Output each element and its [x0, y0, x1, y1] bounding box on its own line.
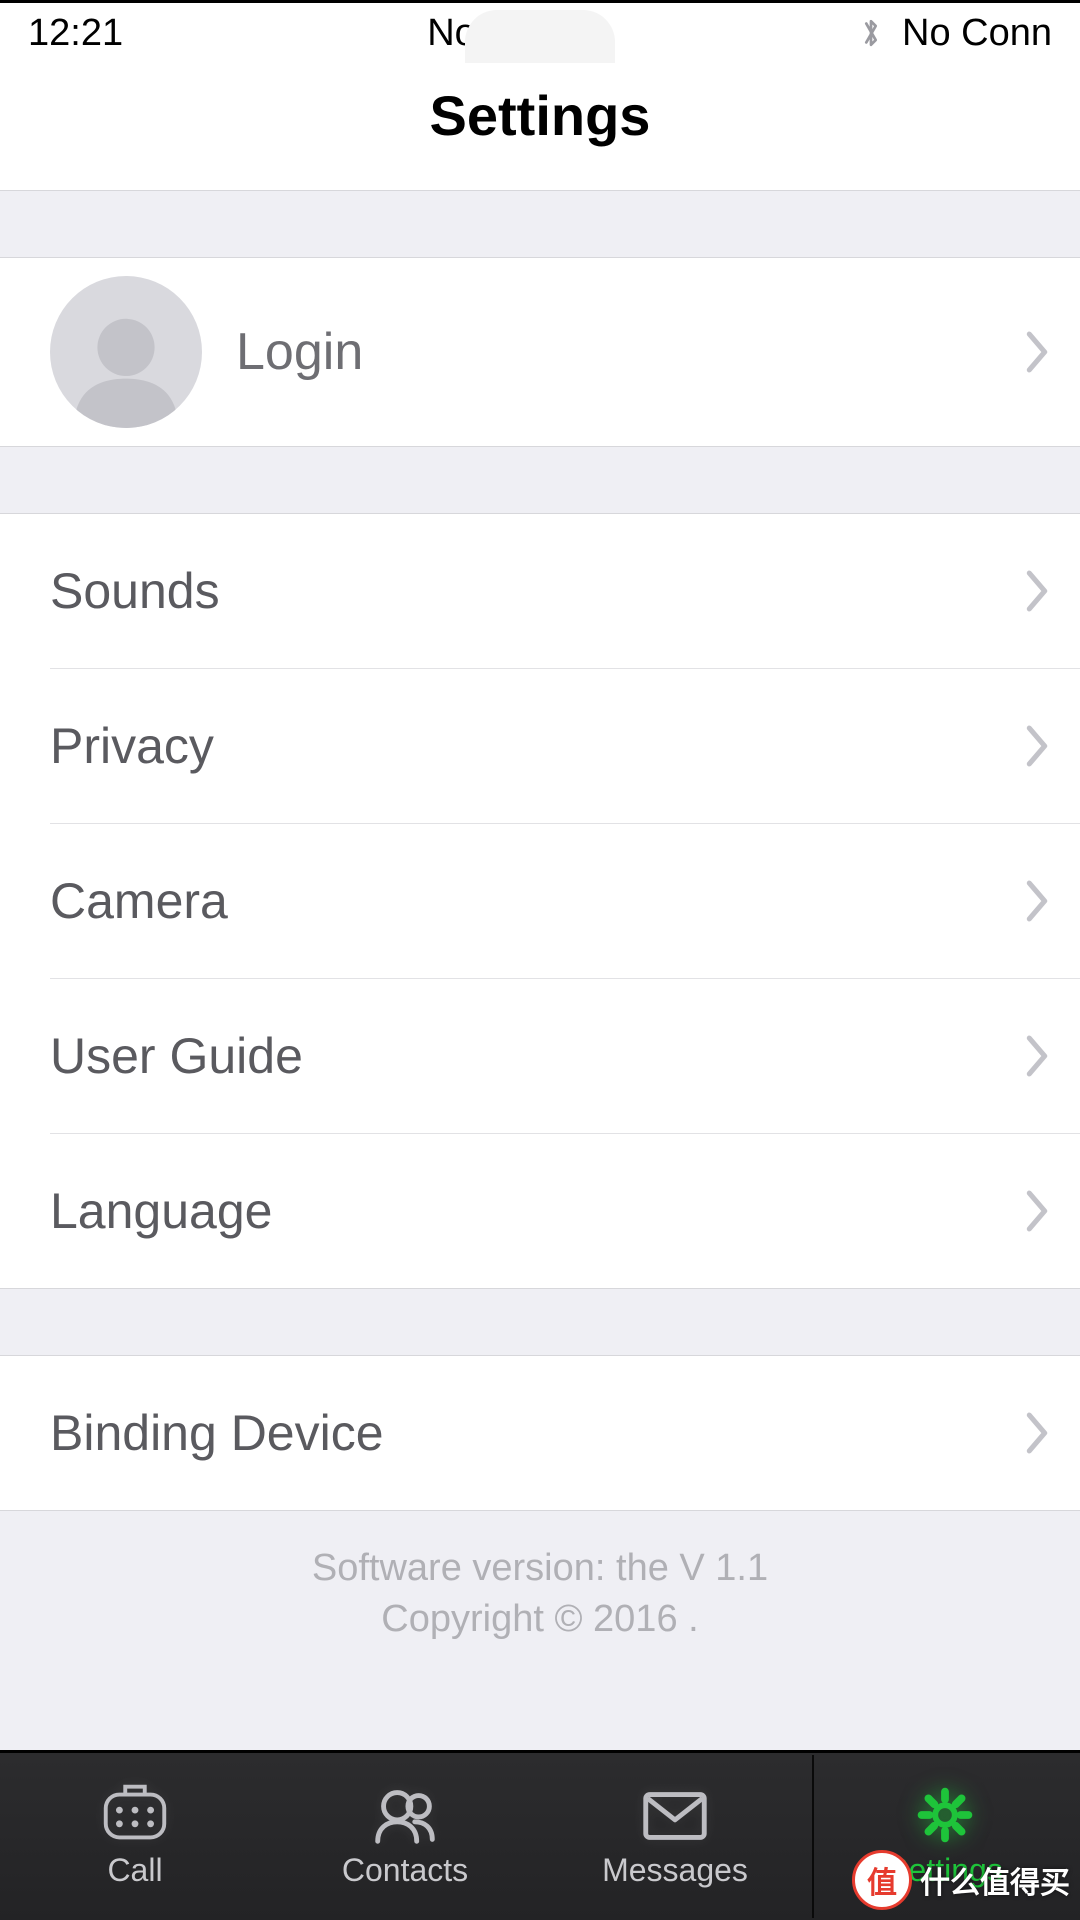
contacts-icon [366, 1784, 444, 1846]
watermark-text: 什么值得买 [920, 1858, 1070, 1902]
row-sounds[interactable]: Sounds [0, 514, 1080, 668]
tab-label: Contacts [342, 1852, 468, 1889]
row-privacy[interactable]: Privacy [0, 669, 1080, 823]
row-label: Privacy [50, 717, 1024, 775]
row-binding-device[interactable]: Binding Device [0, 1356, 1080, 1510]
row-label: User Guide [50, 1027, 1024, 1085]
login-label: Login [236, 322, 1024, 382]
chevron-right-icon [1024, 568, 1050, 614]
status-connection: No Conn [902, 12, 1052, 55]
chevron-right-icon [1024, 878, 1050, 924]
status-time: 12:21 [28, 12, 123, 55]
copyright: Copyright © 2016 . [0, 1594, 1080, 1645]
row-user-guide[interactable]: User Guide [0, 979, 1080, 1133]
messages-icon [636, 1784, 714, 1846]
page-title: Settings [0, 83, 1080, 148]
software-version: Software version: the V 1.1 [0, 1543, 1080, 1594]
login-row[interactable]: Login [0, 257, 1080, 447]
row-language[interactable]: Language [0, 1134, 1080, 1288]
chevron-right-icon [1024, 329, 1050, 375]
footer-text: Software version: the V 1.1 Copyright © … [0, 1511, 1080, 1646]
tab-contacts[interactable]: Contacts [270, 1753, 540, 1920]
watermark: 值 什么值得买 [852, 1850, 1070, 1910]
settings-list: Sounds Privacy Camera User Guide Languag… [0, 513, 1080, 1289]
avatar [50, 276, 202, 428]
row-camera[interactable]: Camera [0, 824, 1080, 978]
tab-label: Call [107, 1852, 162, 1889]
row-label: Camera [50, 872, 1024, 930]
dialpad-icon [96, 1784, 174, 1846]
tab-label: Messages [602, 1852, 748, 1889]
page-header: Settings [0, 63, 1080, 190]
row-label: Binding Device [50, 1404, 1024, 1462]
watermark-badge: 值 [852, 1850, 912, 1910]
row-label: Sounds [50, 562, 1024, 620]
chevron-right-icon [1024, 1033, 1050, 1079]
chevron-right-icon [1024, 1410, 1050, 1456]
chevron-right-icon [1024, 723, 1050, 769]
chevron-right-icon [1024, 1188, 1050, 1234]
bluetooth-icon [858, 13, 884, 53]
tab-messages[interactable]: Messages [540, 1753, 810, 1920]
row-label: Language [50, 1182, 1024, 1240]
tab-call[interactable]: Call [0, 1753, 270, 1920]
gear-icon [906, 1784, 984, 1846]
